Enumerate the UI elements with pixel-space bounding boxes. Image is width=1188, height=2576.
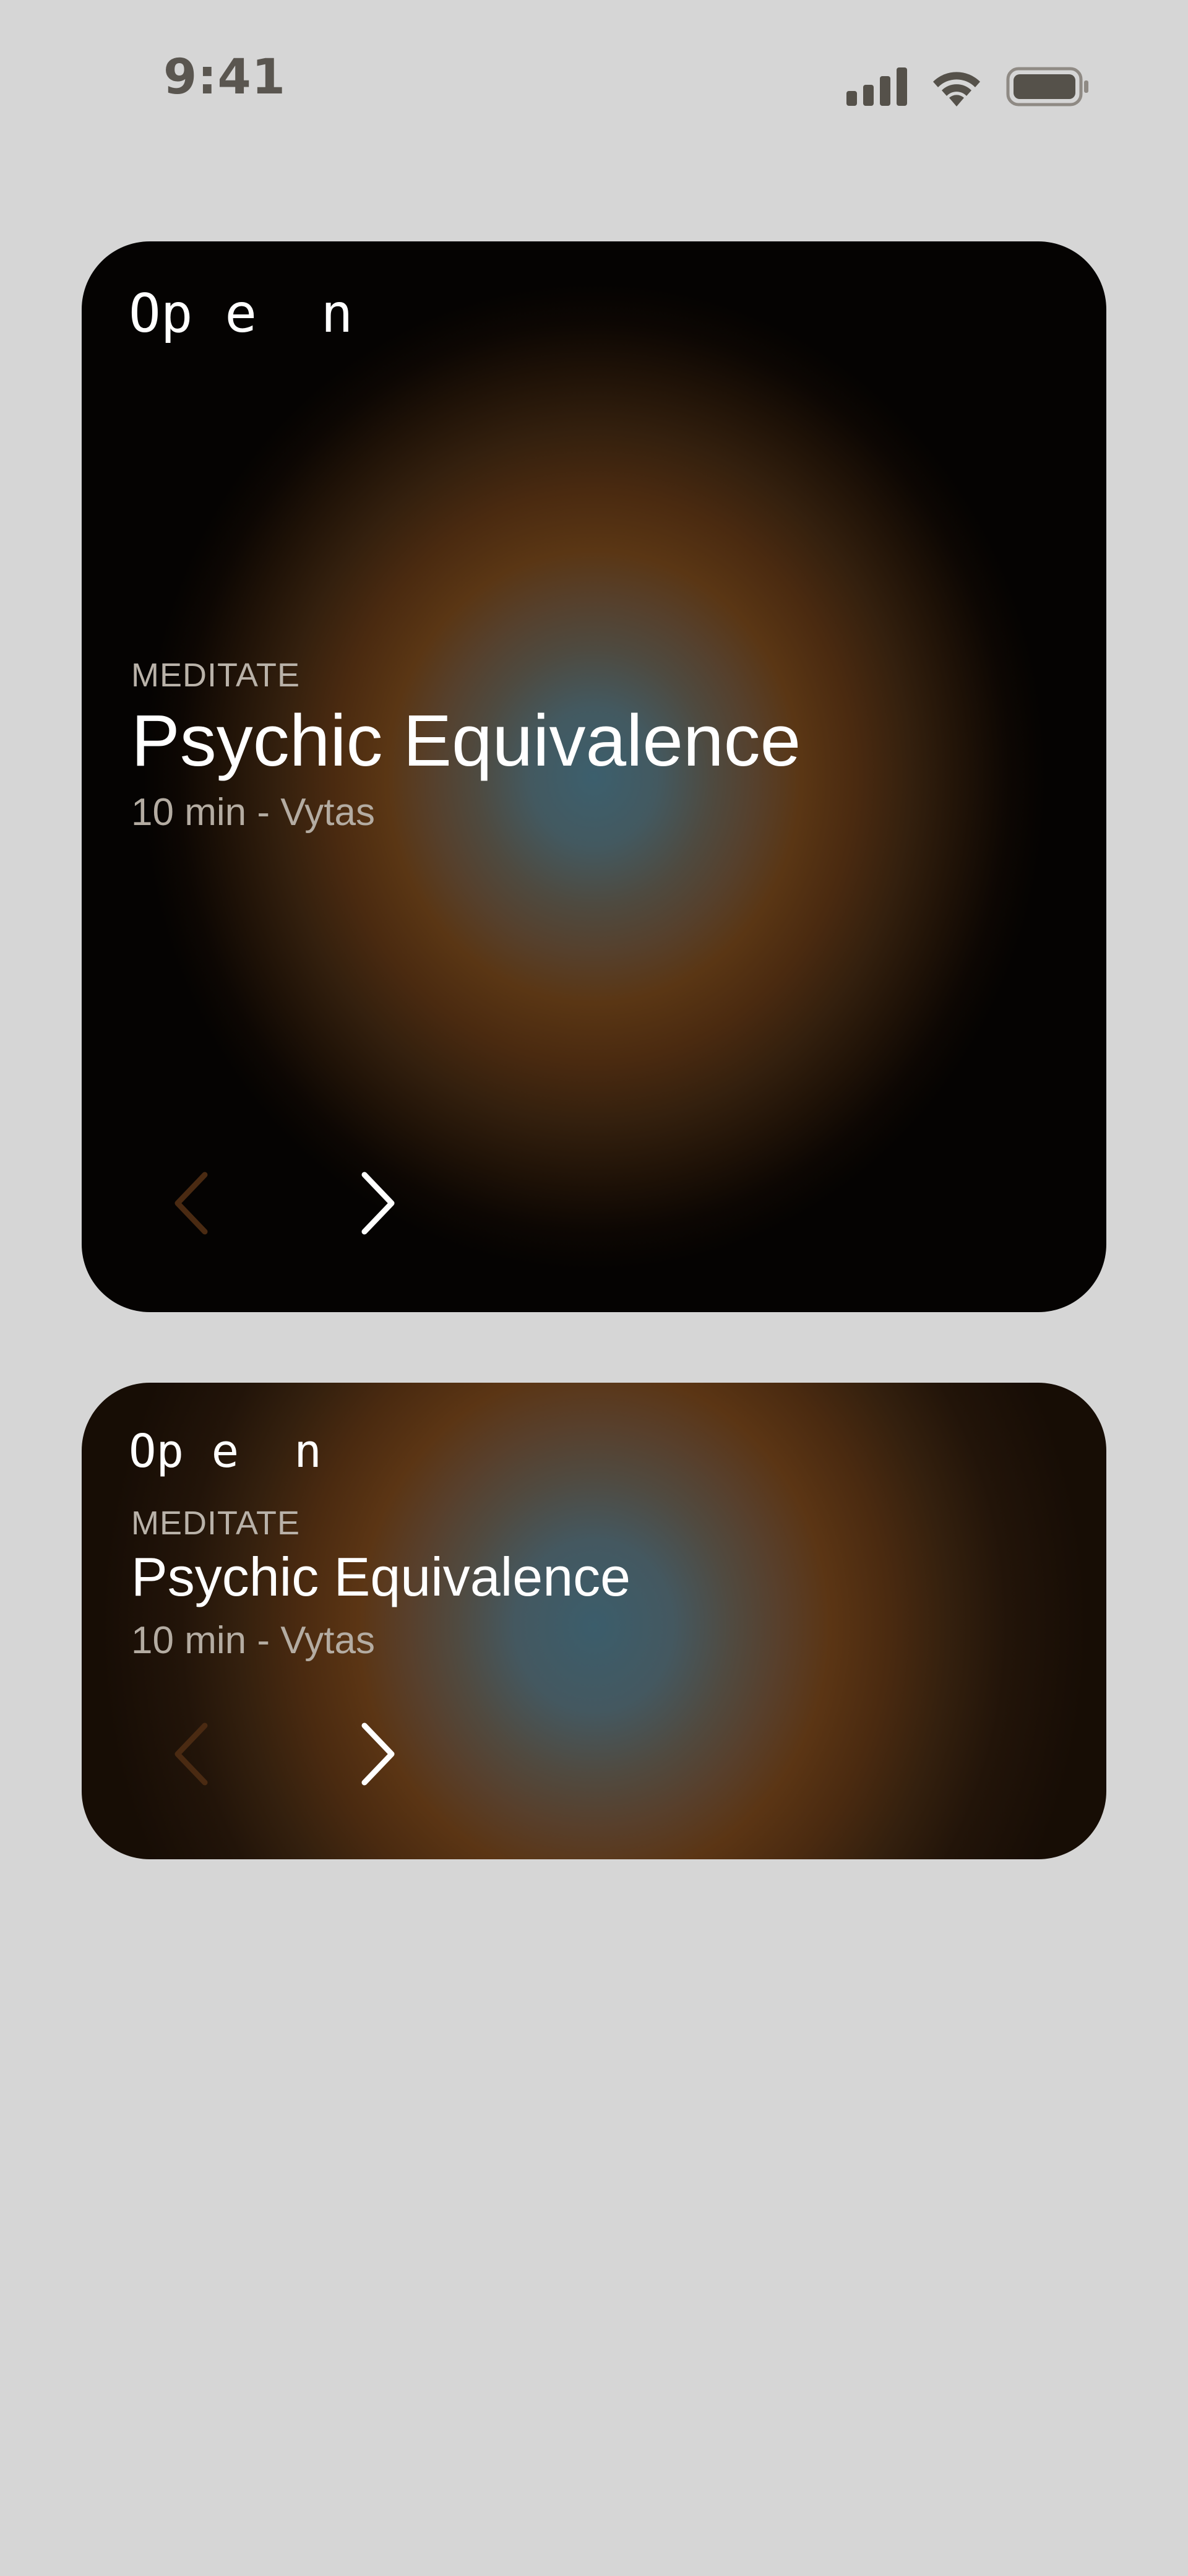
- wifi-icon: [929, 67, 984, 106]
- meditation-card-large[interactable]: Op e n MEDITATE Psychic Equivalence 10 m…: [82, 241, 1106, 1312]
- card-category: MEDITATE: [131, 1505, 300, 1542]
- previous-button[interactable]: [155, 1160, 229, 1247]
- chevron-left-icon: [170, 1171, 213, 1235]
- card-title: Psychic Equivalence: [131, 700, 801, 782]
- open-label[interactable]: Op e n: [129, 1428, 322, 1474]
- next-button[interactable]: [340, 1711, 415, 1797]
- card-meta: 10 min - Vytas: [131, 1619, 375, 1662]
- meditation-card-small[interactable]: Op e n MEDITATE Psychic Equivalence 10 m…: [82, 1383, 1106, 1859]
- next-button[interactable]: [340, 1160, 415, 1247]
- status-icons: [846, 62, 1089, 111]
- status-bar: 9:41: [0, 0, 1188, 173]
- card-meta: 10 min - Vytas: [131, 791, 375, 834]
- chevron-left-icon: [170, 1722, 213, 1786]
- battery-icon: [1006, 67, 1089, 106]
- open-label[interactable]: Op e n: [129, 287, 353, 340]
- card-category: MEDITATE: [131, 657, 300, 694]
- status-time: 9:41: [163, 50, 286, 105]
- signal-icon: [846, 67, 907, 106]
- card-title: Psychic Equivalence: [131, 1546, 631, 1607]
- previous-button[interactable]: [155, 1711, 229, 1797]
- chevron-right-icon: [356, 1722, 399, 1786]
- chevron-right-icon: [356, 1171, 399, 1235]
